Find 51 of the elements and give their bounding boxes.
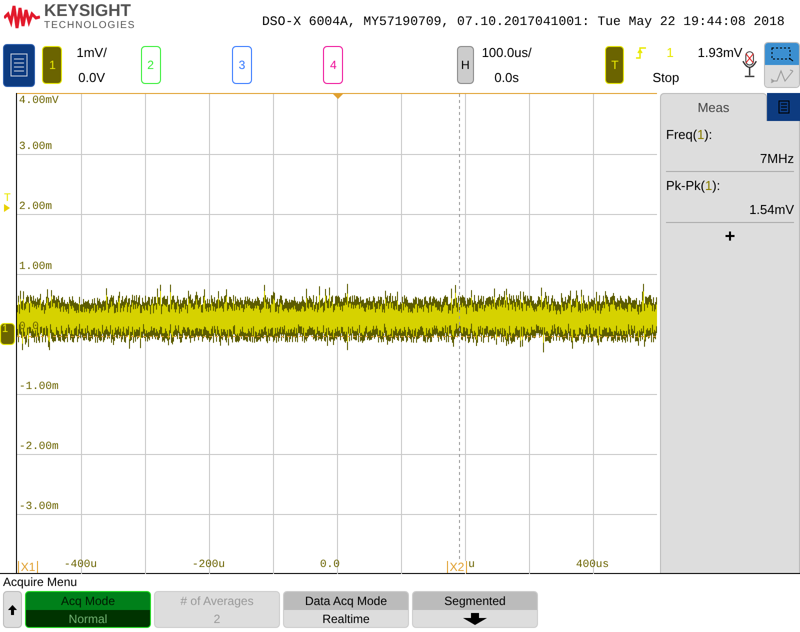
channel-scale: 1mV/ [76, 44, 107, 62]
brand-name: KEYSIGHT [44, 2, 132, 19]
menu-icon [10, 53, 28, 77]
meas-tab[interactable]: Meas [660, 93, 767, 121]
time-scale: 100.0us/ [482, 44, 532, 62]
trigger-button[interactable]: T [605, 46, 624, 84]
y-axis-label: 3.00m [19, 142, 52, 153]
softkey-button[interactable]: Segmented [412, 591, 538, 628]
x-axis-label: -200u [192, 560, 226, 571]
menu-title: Acquire Menu [3, 576, 78, 588]
add-measurement-button[interactable]: + [720, 225, 740, 248]
trigger-level-marker: T [4, 193, 11, 204]
run-status: Stop [652, 68, 680, 87]
selection-tool-button[interactable] [764, 43, 799, 65]
waveform-icon [768, 69, 795, 83]
channel-button[interactable]: 1 [42, 46, 62, 84]
channel-button[interactable]: 3 [232, 46, 252, 84]
y-axis-label: 4.00mV [19, 96, 59, 107]
y-axis-label: -2.00m [19, 442, 59, 453]
y-axis-label: 2.00m [19, 202, 52, 213]
selection-box-icon [770, 46, 794, 62]
x-axis-label: 400us [576, 560, 610, 571]
rising-edge-icon [636, 46, 646, 59]
trigger-source: 1 [666, 44, 674, 62]
y-axis-label: -1.00m [19, 382, 59, 393]
back-button[interactable] [3, 591, 22, 628]
time-delay: 0.0s [494, 68, 519, 86]
softkey-button[interactable]: Data Acq Mode Realtime [283, 591, 409, 628]
measurement-value: 1.54mV [749, 200, 794, 218]
ground-marker: 1 [0, 323, 15, 345]
channel-offset: 0.0V [78, 68, 106, 86]
y-axis-label: 1.00m [19, 262, 52, 273]
horizontal-button[interactable]: H [456, 46, 474, 84]
microphone-icon [742, 50, 758, 80]
x-axis-label: 0.0 [320, 560, 340, 571]
measurement-label: Pk-Pk(1): [666, 177, 722, 195]
x-axis-label: -400u [64, 560, 98, 571]
softkey-button[interactable]: Acq Mode Normal [25, 591, 151, 628]
measurement-label: Freq(1): [666, 126, 714, 144]
channel-button[interactable]: 4 [323, 46, 344, 84]
y-axis-label: -3.00m [19, 502, 59, 513]
main-menu-button[interactable] [3, 44, 36, 86]
window-title: DSO-X 6004A, MY57190709, 07.10.2017041001: Tue May 22 19:44:08 2018 [262, 13, 785, 31]
brand-subtitle: TECHNOLOGIES [44, 21, 136, 31]
up-arrow-icon [8, 604, 17, 614]
measurement-value: 7MHz [760, 150, 794, 168]
menu-icon [778, 100, 790, 114]
trigger-level: 1.93mV [698, 44, 742, 62]
trigger-arrow-icon [4, 204, 10, 212]
down-arrow-icon [463, 612, 487, 624]
x-axis-label: u [468, 560, 475, 571]
